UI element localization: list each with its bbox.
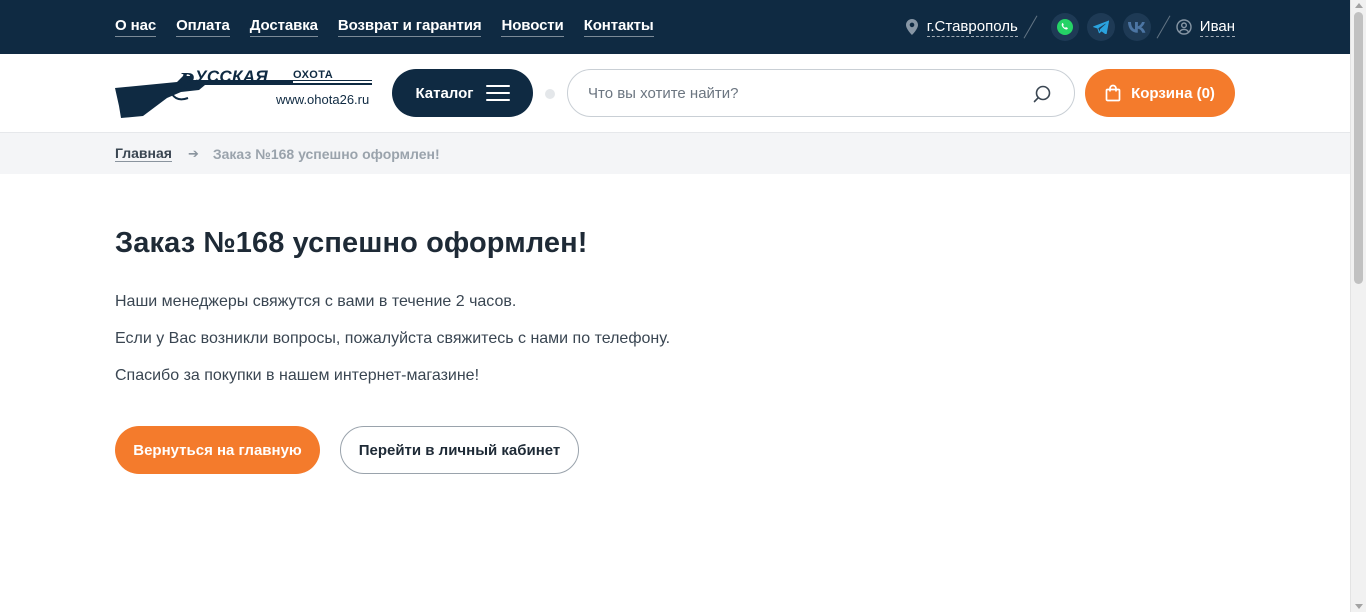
message-paragraph: Наши менеджеры свяжутся с вами в течение… [115,293,517,310]
user-icon [1176,19,1192,35]
main-header: Р УССКАЯ ОХОТА www.ohota26.ru Каталог Ко… [0,54,1350,132]
message-paragraph: Спасибо за покупки в нашем интернет-мага… [115,367,480,384]
nav-link-payment[interactable]: Оплата [176,17,230,37]
catalog-button[interactable]: Каталог [392,69,533,117]
shopping-bag-icon [1105,84,1121,102]
svg-text:Р: Р [178,69,194,95]
separator-dot [545,89,555,99]
vk-button[interactable] [1122,13,1151,41]
breadcrumb-home-link[interactable]: Главная [115,145,172,162]
menu-icon [485,85,510,101]
search-icon[interactable] [1032,84,1052,104]
vertical-scrollbar[interactable] [1350,0,1366,612]
city-name: г.Ставрополь [926,17,1018,37]
arrow-right-icon: ➔ [187,145,199,161]
order-confirmation: Заказ №168 успешно оформлен! Наши менедж… [115,224,1015,386]
location-pin-icon [905,19,918,35]
message-paragraph: Если у Вас возникли вопросы, пожалуйста … [115,330,671,347]
city-selector[interactable]: г.Ставрополь [905,17,1018,37]
nav-link-delivery[interactable]: Доставка [249,17,318,37]
user-account-link[interactable]: Иван [1176,18,1235,37]
page-title: Заказ №168 успешно оформлен! [115,227,588,259]
scrollbar-thumb[interactable] [1354,12,1363,284]
cart-label: Корзина (0) [1131,84,1215,102]
search-input[interactable] [588,70,1018,116]
top-bar: О нас Оплата Доставка Возврат и гарантия… [0,0,1350,54]
catalog-label: Каталог [415,84,474,102]
search-box [567,69,1075,117]
breadcrumb-current: Заказ №168 успешно оформлен! [212,145,440,162]
scroll-up-arrow-icon[interactable] [1355,3,1363,8]
scroll-down-arrow-icon[interactable] [1355,604,1363,609]
top-navigation: О нас Оплата Доставка Возврат и гарантия… [115,0,674,54]
telegram-icon [1092,20,1109,34]
nav-link-returns[interactable]: Возврат и гарантия [337,17,482,37]
svg-text:УССКАЯ: УССКАЯ [195,68,268,86]
nav-link-contacts[interactable]: Контакты [583,17,654,37]
divider [1156,15,1171,39]
telegram-button[interactable] [1086,13,1115,41]
svg-text:ОХОТА: ОХОТА [293,69,333,81]
action-buttons: Вернуться на главную Перейти в личный ка… [115,426,579,474]
vk-icon [1127,21,1146,33]
user-name: Иван [1199,17,1235,37]
top-right-panel: г.Ставрополь Иван [905,0,1235,54]
breadcrumb: Главная ➔ Заказ №168 успешно оформлен! [0,132,1350,174]
back-to-home-button[interactable]: Вернуться на главную [115,426,320,474]
whatsapp-button[interactable] [1050,13,1079,41]
divider [1023,15,1038,39]
site-logo[interactable]: Р УССКАЯ ОХОТА www.ohota26.ru [115,67,373,120]
cart-button[interactable]: Корзина (0) [1085,69,1235,117]
logo-url: www.ohota26.ru [276,92,370,107]
personal-account-button[interactable]: Перейти в личный кабинет [340,426,579,474]
whatsapp-icon [1056,19,1073,35]
nav-link-news[interactable]: Новости [501,17,564,37]
nav-link-about[interactable]: О нас [115,17,156,37]
